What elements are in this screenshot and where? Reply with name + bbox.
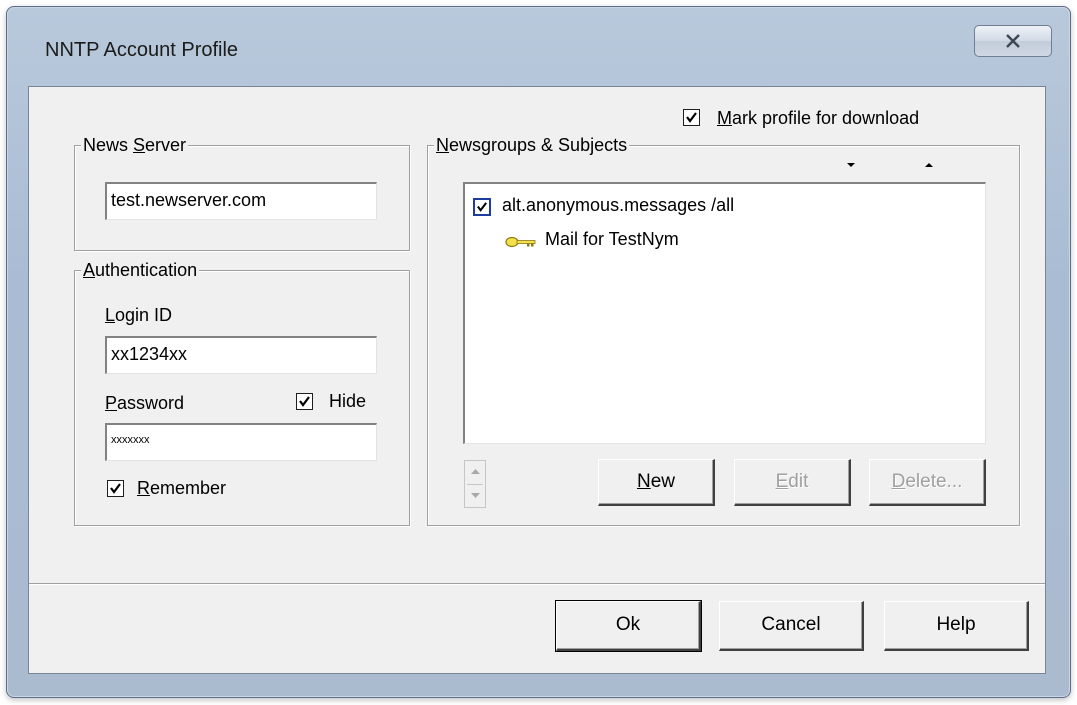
ok-button-label: Ok: [615, 614, 641, 635]
checkmark-icon: [686, 112, 697, 123]
checkmark-icon: [110, 483, 121, 494]
delete-button-mnemonic: D: [891, 471, 906, 492]
title-bar[interactable]: NNTP Account Profile: [7, 7, 1070, 87]
login-id-input[interactable]: xx1234xx: [105, 336, 377, 374]
edit-button[interactable]: Edit: [734, 459, 851, 506]
mark-profile-label-rest: ark profile for download: [732, 108, 920, 128]
password-value: xxxxxxx: [111, 434, 150, 446]
authentication-group: Authentication Login ID xx1234xx Passwor…: [74, 259, 410, 526]
password-input[interactable]: xxxxxxx: [105, 423, 377, 461]
new-button-mnemonic: N: [636, 471, 651, 492]
password-label: Password: [105, 393, 185, 413]
edit-button-mnemonic: E: [775, 471, 789, 492]
spin-divider: [467, 484, 483, 485]
window-title: NNTP Account Profile: [45, 39, 239, 61]
close-button[interactable]: [974, 25, 1052, 57]
arrow-up-icon[interactable]: [924, 162, 934, 168]
hide-checkbox[interactable]: [296, 393, 313, 410]
newsgroup-checkbox[interactable]: [473, 198, 491, 216]
help-button-label: Help: [936, 614, 976, 635]
new-button-label-rest: ew: [650, 471, 676, 492]
cancel-button[interactable]: Cancel: [719, 601, 864, 651]
help-button[interactable]: Help: [884, 601, 1029, 651]
mark-profile-checkbox[interactable]: [683, 109, 700, 126]
delete-button-label-rest: elete...: [905, 471, 963, 492]
spin-up-icon[interactable]: [471, 469, 480, 474]
footer-divider: [29, 583, 1045, 585]
checkmark-icon: [299, 396, 310, 407]
newsgroups-legend: Newsgroups & Subjects: [434, 134, 630, 156]
news-server-value: test.newserver.com: [111, 190, 267, 210]
dialog-client-area: Mark profile for download News Server te…: [28, 86, 1046, 674]
newsgroups-group: Newsgroups & Subjects alt.anonymous.mess…: [427, 134, 1020, 526]
remember-checkbox[interactable]: [107, 480, 124, 497]
news-server-group: News Server test.newserver.com: [74, 134, 410, 251]
cancel-button-label: Cancel: [761, 614, 821, 635]
key-icon: [505, 236, 536, 248]
authentication-legend: Authentication: [81, 259, 200, 281]
subject-item-label[interactable]: Mail for TestNym: [545, 229, 679, 250]
order-spinner[interactable]: [464, 460, 486, 508]
arrow-down-icon[interactable]: [846, 162, 856, 168]
checkmark-icon: [477, 202, 487, 212]
login-id-value: xx1234xx: [111, 344, 188, 364]
news-server-legend: News Server: [81, 134, 189, 156]
login-id-label: Login ID: [105, 305, 173, 325]
remember-label[interactable]: Remember: [137, 478, 226, 499]
news-server-input[interactable]: test.newserver.com: [105, 182, 377, 220]
edit-button-label-rest: dit: [788, 471, 809, 492]
ok-button[interactable]: Ok: [555, 600, 702, 652]
spin-down-icon[interactable]: [471, 493, 480, 498]
newsgroup-item-label[interactable]: alt.anonymous.messages /all: [502, 195, 734, 216]
hide-label[interactable]: Hide: [329, 391, 366, 412]
close-x-icon: [1006, 34, 1020, 48]
mark-profile-label[interactable]: Mark profile for download: [717, 108, 919, 129]
new-button[interactable]: New: [598, 459, 715, 506]
newsgroups-tree[interactable]: alt.anonymous.messages /all Mail for Tes…: [463, 182, 986, 444]
delete-button[interactable]: Delete...: [869, 459, 986, 506]
